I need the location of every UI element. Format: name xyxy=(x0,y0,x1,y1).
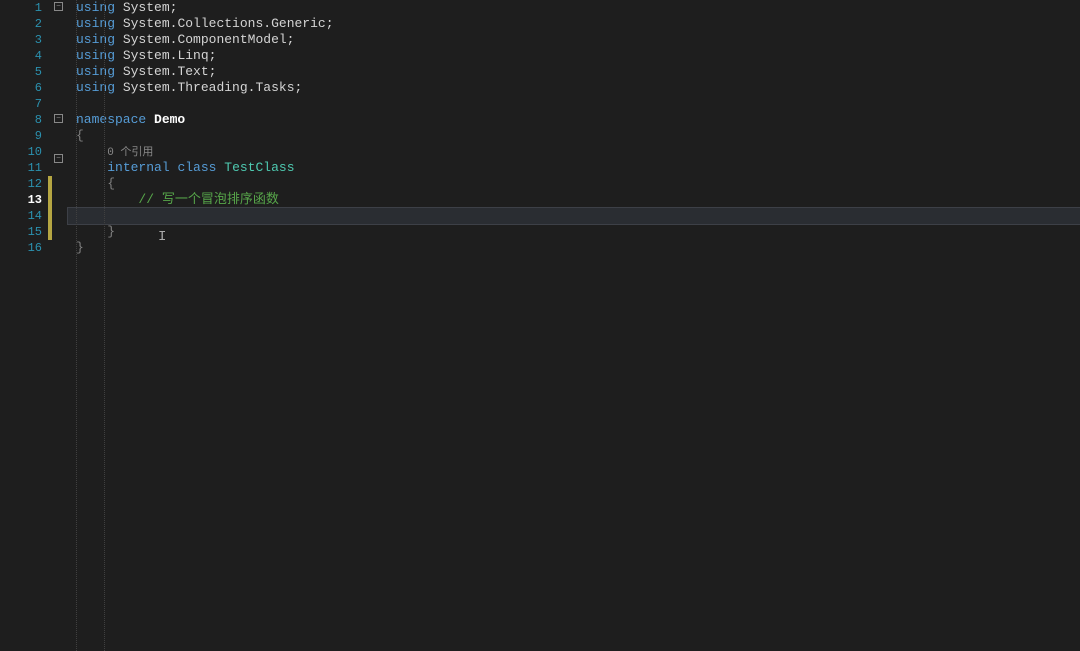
namespace-ref: Collections xyxy=(177,16,263,31)
keyword-using: using xyxy=(76,80,115,95)
namespace-ref: System xyxy=(123,48,170,63)
fold-toggle[interactable]: − xyxy=(54,2,63,11)
keyword-using: using xyxy=(76,0,115,15)
namespace-name: Demo xyxy=(154,112,185,127)
code-line[interactable]: using System; xyxy=(76,0,1080,16)
line-number[interactable]: 10 xyxy=(0,144,44,160)
keyword-using: using xyxy=(76,16,115,31)
line-number[interactable]: 12 xyxy=(0,176,44,192)
code-line[interactable]: using System.Linq; xyxy=(76,48,1080,64)
line-number[interactable]: 16 xyxy=(0,240,44,256)
code-text-area[interactable]: using System; using System.Collections.G… xyxy=(68,0,1080,651)
fold-toggle[interactable]: − xyxy=(54,114,63,123)
brace-close: } xyxy=(107,224,115,239)
semicolon: ; xyxy=(209,64,217,79)
code-line[interactable]: using System.ComponentModel; xyxy=(76,32,1080,48)
fold-column: − − − xyxy=(52,0,68,651)
indent-guide xyxy=(76,0,77,651)
line-number[interactable]: 9 xyxy=(0,128,44,144)
semicolon: ; xyxy=(170,0,178,15)
namespace-ref: System xyxy=(123,0,170,15)
namespace-ref: Threading xyxy=(177,80,247,95)
code-line[interactable]: // 写一个冒泡排序函数 xyxy=(76,192,1080,208)
brace-open: { xyxy=(107,176,115,191)
line-number-current[interactable]: 13 xyxy=(0,192,44,208)
semicolon: ; xyxy=(209,48,217,63)
line-number[interactable]: 6 xyxy=(0,80,44,96)
comment: // 写一个冒泡排序函数 xyxy=(138,192,278,207)
line-number[interactable]: 5 xyxy=(0,64,44,80)
dot: . xyxy=(263,16,271,31)
namespace-ref: Generic xyxy=(271,16,326,31)
keyword-using: using xyxy=(76,32,115,47)
namespace-ref: ComponentModel xyxy=(177,32,286,47)
indent-guide xyxy=(104,0,105,651)
codelens-references[interactable]: 0 个引用 xyxy=(107,147,153,159)
code-line[interactable]: { xyxy=(76,128,1080,144)
line-number[interactable]: 14 xyxy=(0,208,44,224)
brace-open: { xyxy=(76,128,84,143)
code-line[interactable]: } xyxy=(76,224,1080,240)
code-line[interactable]: internal class TestClass xyxy=(76,160,1080,176)
line-number[interactable]: 3 xyxy=(0,32,44,48)
code-line[interactable]: using System.Threading.Tasks; xyxy=(76,80,1080,96)
namespace-ref: Text xyxy=(177,64,208,79)
code-line[interactable]: using System.Text; xyxy=(76,64,1080,80)
line-number[interactable]: 15 xyxy=(0,224,44,240)
semicolon: ; xyxy=(287,32,295,47)
code-line[interactable]: using System.Collections.Generic; xyxy=(76,16,1080,32)
code-line[interactable] xyxy=(76,96,1080,112)
line-number-gutter: 1 2 3 4 5 6 7 8 9 10 11 12 13 14 15 16 xyxy=(0,0,48,651)
namespace-ref: System xyxy=(123,16,170,31)
keyword-internal: internal xyxy=(107,160,169,175)
namespace-ref: Tasks xyxy=(255,80,294,95)
line-number[interactable]: 2 xyxy=(0,16,44,32)
line-number[interactable]: 8 xyxy=(0,112,44,128)
namespace-ref: Linq xyxy=(177,48,208,63)
code-line[interactable]: } xyxy=(76,240,1080,256)
namespace-ref: System xyxy=(123,80,170,95)
class-name: TestClass xyxy=(224,160,294,175)
line-number[interactable]: 11 xyxy=(0,160,44,176)
namespace-ref: System xyxy=(123,64,170,79)
line-number[interactable]: 7 xyxy=(0,96,44,112)
code-line[interactable]: { xyxy=(76,176,1080,192)
semicolon: ; xyxy=(326,16,334,31)
keyword-using: using xyxy=(76,64,115,79)
fold-toggle[interactable]: − xyxy=(54,154,63,163)
keyword-class: class xyxy=(177,160,216,175)
line-number[interactable]: 1 xyxy=(0,0,44,16)
code-editor[interactable]: 1 2 3 4 5 6 7 8 9 10 11 12 13 14 15 16 ✎… xyxy=(0,0,1080,651)
code-line[interactable]: 0 个引用 xyxy=(76,144,1080,160)
line-number[interactable]: 4 xyxy=(0,48,44,64)
code-line-current[interactable] xyxy=(68,208,1080,224)
code-line[interactable]: namespace Demo xyxy=(76,112,1080,128)
keyword-using: using xyxy=(76,48,115,63)
namespace-ref: System xyxy=(123,32,170,47)
code-line[interactable] xyxy=(76,256,1080,272)
keyword-namespace: namespace xyxy=(76,112,146,127)
semicolon: ; xyxy=(295,80,303,95)
brace-close: } xyxy=(76,240,84,255)
